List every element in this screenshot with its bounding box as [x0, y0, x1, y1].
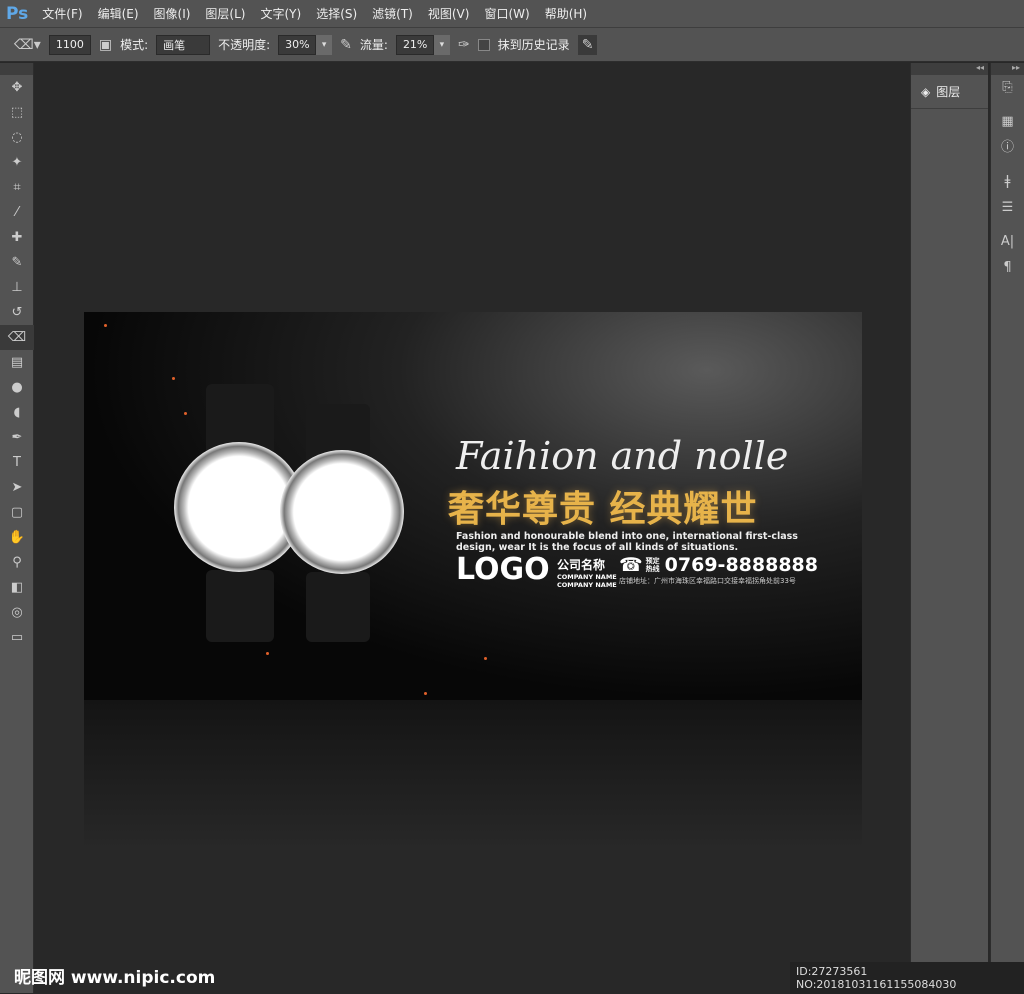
menu-filter[interactable]: 滤镜(T): [372, 5, 413, 22]
watch-face-right: [280, 450, 404, 574]
move-tool-icon[interactable]: ✥: [0, 75, 34, 100]
healing-brush-icon[interactable]: ✚: [0, 225, 34, 250]
menu-help[interactable]: 帮助(H): [545, 5, 587, 22]
tools-panel: ✥ ⬚ ◌ ✦ ⌗ ⁄ ✚ ✎ ⊥ ↺ ⌫ ▤ ● ◖ ✒ T ➤ ▢ ✋ ⚲ …: [0, 63, 34, 993]
erase-to-history-label: 抹到历史记录: [497, 38, 570, 52]
logo-text: LOGO: [456, 552, 550, 587]
nipic-watermark: 昵图网 www.nipic.com: [14, 968, 216, 988]
lasso-tool-icon[interactable]: ◌: [0, 125, 34, 150]
paragraph-icon[interactable]: ¶: [991, 255, 1024, 281]
menu-type[interactable]: 文字(Y): [260, 5, 301, 22]
marquee-tool-icon[interactable]: ⬚: [0, 100, 34, 125]
screen-mode-icon[interactable]: ▭: [0, 625, 34, 650]
adjustments-icon[interactable]: ☰: [991, 195, 1024, 221]
panel-dock: ◂◂ ◈ 图层: [910, 63, 988, 993]
crop-tool-icon[interactable]: ⌗: [0, 175, 34, 200]
mode-label: 模式:: [120, 38, 149, 52]
flow-input[interactable]: 21%: [395, 34, 434, 55]
photoshop-logo: Ps: [6, 3, 29, 24]
menu-select[interactable]: 选择(S): [316, 5, 357, 22]
company-name: 公司名称 COMPANY NAME COMPANY NAME: [557, 558, 617, 589]
menu-view[interactable]: 视图(V): [428, 5, 470, 22]
image-id-watermark: ID:27273561 NO:20181031161155084030: [790, 962, 1024, 994]
clone-stamp-icon[interactable]: ⊥: [0, 275, 34, 300]
mode-select[interactable]: 画笔: [156, 34, 211, 55]
3d-icon[interactable]: ▦: [991, 109, 1024, 135]
address: 店铺地址：广州市海珠区幸福路口交接幸福拐角处前33号: [619, 577, 796, 585]
brush-panel-icon[interactable]: ▣: [99, 37, 112, 53]
menu-edit[interactable]: 编辑(E): [98, 5, 139, 22]
pen-tool-icon[interactable]: ✒: [0, 425, 34, 450]
layers-panel-button[interactable]: ◈ 图层: [911, 75, 988, 109]
type-tool-icon[interactable]: T: [0, 450, 34, 475]
banner-image: Faihion and nolle 奢华尊贵 经典耀世 Fashion and …: [84, 312, 862, 700]
pressure-size-icon[interactable]: ✎: [577, 34, 598, 55]
menu-image[interactable]: 图像(I): [154, 5, 191, 22]
path-select-icon[interactable]: ➤: [0, 475, 34, 500]
zoom-tool-icon[interactable]: ⚲: [0, 550, 34, 575]
color-swatches-icon[interactable]: ◧: [0, 575, 34, 600]
options-bar: ⌫▾ 1100 ▣ 模式: 画笔 不透明度: 30% ▾ ✎ 流量: 21% ▾ ✑…: [0, 27, 1024, 62]
gold-headline: 奢华尊贵 经典耀世: [448, 489, 758, 530]
flow-dropdown-icon[interactable]: ▾: [433, 34, 450, 55]
airbrush-icon[interactable]: ✑: [458, 37, 470, 53]
blur-tool-icon[interactable]: ●: [0, 375, 34, 400]
menu-window[interactable]: 窗口(W): [484, 5, 529, 22]
opacity-label: 不透明度:: [218, 38, 271, 52]
hand-tool-icon[interactable]: ✋: [0, 525, 34, 550]
eraser-icon[interactable]: ⌫▾: [14, 37, 41, 53]
dodge-tool-icon[interactable]: ◖: [0, 400, 34, 425]
brush-presets-icon[interactable]: ǂ: [991, 169, 1024, 195]
phone-icon: ☎: [619, 554, 643, 576]
layers-icon: ◈: [921, 84, 931, 99]
erase-to-history-checkbox[interactable]: [477, 38, 490, 51]
menu-layer[interactable]: 图层(L): [205, 5, 245, 22]
watch-strap: [206, 570, 274, 642]
eraser-tool-icon[interactable]: ⌫: [0, 325, 34, 350]
opacity-dropdown-icon[interactable]: ▾: [316, 34, 333, 55]
brush-tool-icon[interactable]: ✎: [0, 250, 34, 275]
english-tagline: Fashion and honourable blend into one, i…: [456, 531, 798, 553]
gradient-tool-icon[interactable]: ▤: [0, 350, 34, 375]
magic-wand-icon[interactable]: ✦: [0, 150, 34, 175]
history-icon[interactable]: ⎘: [991, 75, 1024, 101]
pressure-opacity-icon[interactable]: ✎: [340, 37, 352, 53]
phone-block: ☎ 预定热线 0769-8888888: [619, 554, 818, 576]
eyedropper-icon[interactable]: ⁄: [0, 200, 34, 225]
script-title: Faihion and nolle: [456, 434, 789, 478]
brush-size-picker[interactable]: 1100: [48, 34, 91, 55]
opacity-input[interactable]: 30%: [278, 34, 317, 55]
panel-icons-dock: ▸▸ ⎘ ▦ ⓘ ǂ ☰ A| ¶: [990, 63, 1024, 993]
shape-tool-icon[interactable]: ▢: [0, 500, 34, 525]
quick-mask-icon[interactable]: ◎: [0, 600, 34, 625]
info-icon[interactable]: ⓘ: [991, 135, 1024, 161]
character-icon[interactable]: A|: [991, 229, 1024, 255]
history-brush-icon[interactable]: ↺: [0, 300, 34, 325]
menu-file[interactable]: 文件(F): [42, 5, 82, 22]
menu-bar: Ps 文件(F) 编辑(E) 图像(I) 图层(L) 文字(Y) 选择(S) 滤…: [0, 0, 1024, 27]
watch-strap: [306, 572, 370, 642]
banner-reflection: [84, 700, 862, 850]
flow-label: 流量:: [359, 38, 388, 52]
